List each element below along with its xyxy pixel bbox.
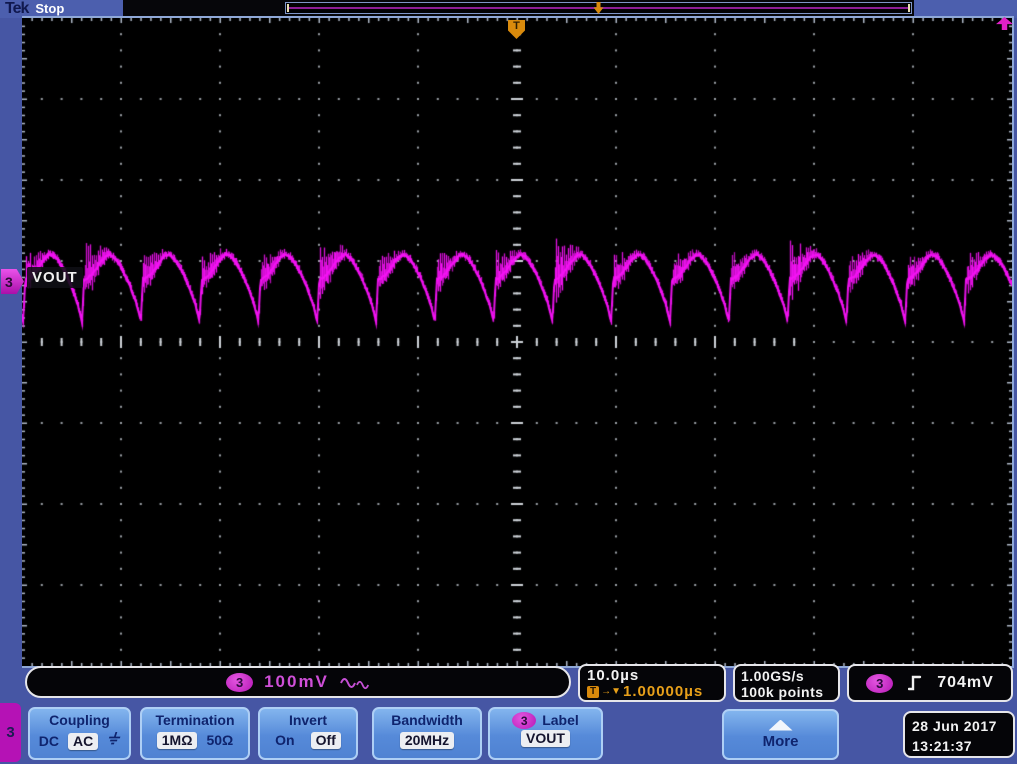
acquisition-status: Stop bbox=[35, 1, 65, 16]
bandwidth-button[interactable]: Bandwidth 20MHz bbox=[372, 707, 482, 760]
coupling-title: Coupling bbox=[49, 712, 110, 728]
more-button[interactable]: More bbox=[722, 709, 839, 760]
label-title: Label bbox=[542, 712, 579, 728]
termination-title: Termination bbox=[155, 712, 235, 728]
brand-area: Tek Stop bbox=[0, 0, 123, 18]
bandwidth-title: Bandwidth bbox=[391, 712, 463, 728]
coupling-button[interactable]: Coupling DC AC bbox=[28, 707, 131, 760]
trigger-arrows-icon: →▼ bbox=[601, 686, 622, 697]
expansion-bracket-right bbox=[908, 4, 910, 12]
ground-coupling-icon[interactable] bbox=[104, 732, 123, 750]
record-view-bar bbox=[285, 2, 912, 14]
trigger-position-value: 1.00000µs bbox=[623, 683, 704, 700]
datetime-readout: 28 Jun 2017 13:21:37 bbox=[903, 711, 1015, 758]
channel3-scale-value: 100mV bbox=[264, 672, 329, 691]
trigger-position-readout: T →▼ 1.00000µs bbox=[587, 684, 717, 699]
sample-rate-value: 1.00GS/s bbox=[741, 668, 805, 684]
termination-button[interactable]: Termination 1MΩ 50Ω bbox=[140, 707, 250, 760]
channel3-menu-tab[interactable]: 3 bbox=[0, 703, 21, 762]
coupling-option-dc[interactable]: DC bbox=[39, 733, 59, 750]
oscilloscope-screen: Tek Stop T 3 VOUT 3 100mV 10.0µs T →▼ 1.… bbox=[0, 0, 1017, 764]
channel3-waveform-label: VOUT bbox=[27, 267, 83, 288]
title-bar-right-spacer bbox=[914, 0, 1017, 18]
graticule-canvas bbox=[22, 18, 1012, 666]
trigger-t-icon: T bbox=[587, 685, 600, 698]
invert-button[interactable]: Invert On Off bbox=[258, 707, 358, 760]
more-label: More bbox=[762, 732, 799, 750]
bandwidth-value-selected[interactable]: 20MHz bbox=[399, 732, 455, 749]
trigger-level-value: 704mV bbox=[937, 674, 994, 691]
label-value[interactable]: VOUT bbox=[521, 730, 570, 747]
record-length-value: 100k points bbox=[741, 684, 824, 700]
invert-option-on[interactable]: On bbox=[275, 732, 294, 749]
time-value: 13:21:37 bbox=[912, 738, 973, 754]
rising-edge-slope-icon bbox=[908, 675, 922, 691]
timebase-value: 10.0µs bbox=[587, 667, 640, 684]
acquisition-readout: 1.00GS/s 100k points bbox=[733, 664, 840, 702]
more-up-arrow-icon bbox=[768, 719, 793, 731]
timebase-readout: 10.0µs T →▼ 1.00000µs bbox=[578, 664, 726, 702]
channel3-badge: 3 bbox=[226, 672, 254, 692]
coupling-option-ac-selected[interactable]: AC bbox=[68, 732, 99, 750]
expansion-bracket-left bbox=[287, 4, 289, 12]
trigger-source-badge: 3 bbox=[866, 673, 894, 693]
record-trigger-position-icon[interactable] bbox=[593, 2, 604, 14]
tek-logo: Tek bbox=[5, 0, 29, 17]
date-value: 28 Jun 2017 bbox=[912, 718, 997, 734]
invert-title: Invert bbox=[288, 712, 328, 728]
trigger-readout: 3 704mV bbox=[847, 664, 1013, 702]
label-button[interactable]: 3 Label VOUT bbox=[488, 707, 603, 760]
ac-ripple-icon bbox=[339, 677, 369, 689]
termination-option-50ohm[interactable]: 50Ω bbox=[206, 732, 233, 749]
label-channel-badge: 3 bbox=[512, 712, 537, 729]
invert-option-off-selected[interactable]: Off bbox=[310, 732, 341, 749]
title-bar: Tek Stop bbox=[0, 0, 1017, 18]
termination-option-1mohm-selected[interactable]: 1MΩ bbox=[156, 732, 198, 749]
channel3-scale-readout: 3 100mV bbox=[25, 666, 571, 698]
channel3-position-marker[interactable]: 3 bbox=[1, 269, 24, 294]
